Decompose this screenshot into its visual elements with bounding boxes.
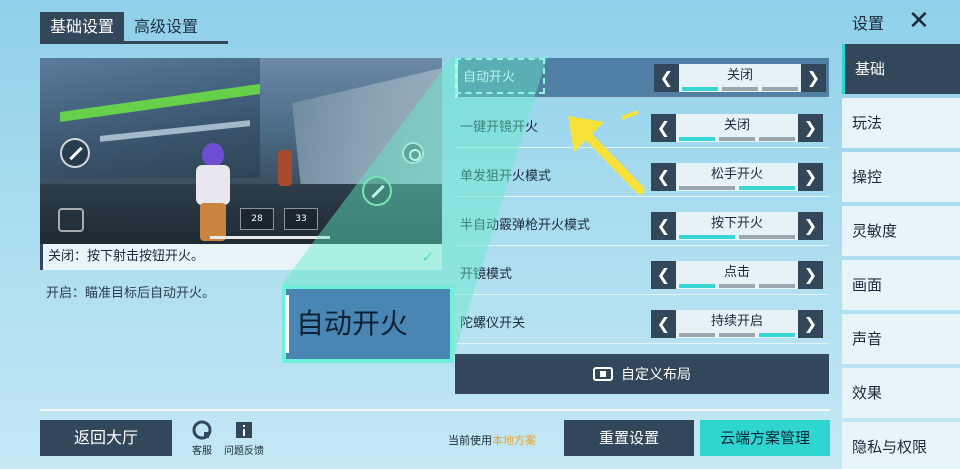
chevron-right-icon[interactable]: ❯	[798, 163, 823, 191]
tutorial-zoom-label: 自动开火	[282, 285, 454, 363]
option-value-text: 松手开火	[710, 167, 763, 182]
option-value-text: 按下开火	[710, 216, 763, 231]
hud-ammo-secondary: 33	[284, 208, 318, 230]
chevron-right-icon[interactable]: ❯	[801, 64, 826, 92]
preview-hud: 28 33	[240, 208, 318, 230]
customer-service-button[interactable]: 客服	[180, 420, 224, 457]
info-icon	[236, 422, 252, 438]
option-value: 松手开火	[676, 163, 798, 191]
tab-basic-settings[interactable]: 基础设置	[40, 12, 125, 41]
gamepad-icon	[593, 367, 613, 381]
option-value-text: 持续开启	[710, 314, 763, 329]
option-row-shotgun-mode[interactable]: 半自动霰弹枪开火模式 ❮ 按下开火 ❯	[455, 206, 829, 246]
customer-service-label: 客服	[192, 446, 212, 457]
bottom-divider	[40, 409, 830, 411]
preview-health-bar	[210, 236, 330, 239]
chevron-left-icon[interactable]: ❮	[651, 212, 676, 240]
feedback-button[interactable]: 问题反馈	[222, 420, 266, 457]
option-value-text: 关闭	[723, 118, 750, 133]
feedback-label: 问题反馈	[224, 446, 264, 457]
option-value: 关闭	[679, 64, 801, 92]
chevron-left-icon[interactable]: ❮	[654, 64, 679, 92]
option-value-text: 关闭	[726, 68, 753, 83]
custom-layout-label: 自定义布局	[621, 367, 691, 383]
chevron-right-icon[interactable]: ❯	[798, 310, 823, 338]
option-stepper: ❮ 关闭 ❯	[651, 114, 823, 142]
chevron-left-icon[interactable]: ❮	[651, 310, 676, 338]
preview-logo-icon	[58, 208, 84, 232]
option-stepper: ❮ 点击 ❯	[651, 261, 823, 289]
chevron-right-icon[interactable]: ❯	[798, 212, 823, 240]
cloud-scheme-button[interactable]: 云端方案管理	[700, 420, 830, 456]
tutorial-arrow-icon	[568, 110, 645, 195]
sidebar-item-privacy[interactable]: 隐私与权限	[842, 422, 960, 469]
current-scheme-name: 本地方案	[492, 434, 536, 447]
chevron-left-icon[interactable]: ❮	[651, 163, 676, 191]
option-row-scope-mode[interactable]: 开镜模式 ❮ 点击 ❯	[455, 255, 829, 295]
sidebar-item-effects[interactable]: 效果	[842, 368, 960, 418]
back-to-lobby-button[interactable]: 返回大厅	[40, 420, 172, 456]
sidebar-item-controls[interactable]: 操控	[842, 152, 960, 202]
sidebar-item-gameplay[interactable]: 玩法	[842, 98, 960, 148]
option-label: 陀螺仪开关	[460, 316, 526, 331]
reset-settings-button[interactable]: 重置设置	[564, 420, 694, 456]
current-scheme-prefix: 当前使用	[448, 434, 492, 447]
option-stepper: ❮ 按下开火 ❯	[651, 212, 823, 240]
tab-advanced-settings[interactable]: 高级设置	[124, 12, 208, 41]
preview-character	[190, 143, 236, 243]
option-stepper: ❮ 持续开启 ❯	[651, 310, 823, 338]
close-icon[interactable]: ✕	[908, 6, 930, 36]
sidebar-item-basic[interactable]: 基础	[842, 44, 960, 94]
option-stepper: ❮ 关闭 ❯	[654, 64, 826, 92]
tutorial-target-outline	[455, 58, 545, 94]
description-off-text: 关闭：按下射击按钮开火。	[48, 249, 205, 264]
chevron-left-icon[interactable]: ❮	[651, 114, 676, 142]
current-scheme: 当前使用本地方案	[448, 432, 536, 448]
option-stepper: ❮ 松手开火 ❯	[651, 163, 823, 191]
description-on: 开启：瞄准目标后自动开火。	[46, 286, 216, 301]
chevron-right-icon[interactable]: ❯	[798, 261, 823, 289]
hud-ammo: 28	[240, 208, 274, 230]
custom-layout-button[interactable]: 自定义布局	[455, 354, 829, 394]
sidebar-title: 设置	[852, 14, 885, 33]
option-row-gyroscope[interactable]: 陀螺仪开关 ❮ 持续开启 ❯	[455, 304, 829, 344]
chevron-right-icon[interactable]: ❯	[798, 114, 823, 142]
sidebar-item-sound[interactable]: 声音	[842, 314, 960, 364]
settings-tabs: 基础设置 高级设置	[40, 12, 228, 44]
option-value-text: 点击	[723, 265, 750, 280]
preview-enemy	[278, 150, 292, 186]
headset-icon	[192, 420, 212, 440]
settings-sidebar: 基础 玩法 操控 灵敏度 画面 声音 效果 隐私与权限	[842, 44, 960, 469]
sidebar-item-sensitivity[interactable]: 灵敏度	[842, 206, 960, 256]
option-value: 按下开火	[676, 212, 798, 240]
option-value: 关闭	[676, 114, 798, 142]
sidebar-item-graphics[interactable]: 画面	[842, 260, 960, 310]
option-value: 持续开启	[676, 310, 798, 338]
chevron-left-icon[interactable]: ❮	[651, 261, 676, 289]
option-value: 点击	[676, 261, 798, 289]
preview-fire-icon	[60, 138, 90, 168]
